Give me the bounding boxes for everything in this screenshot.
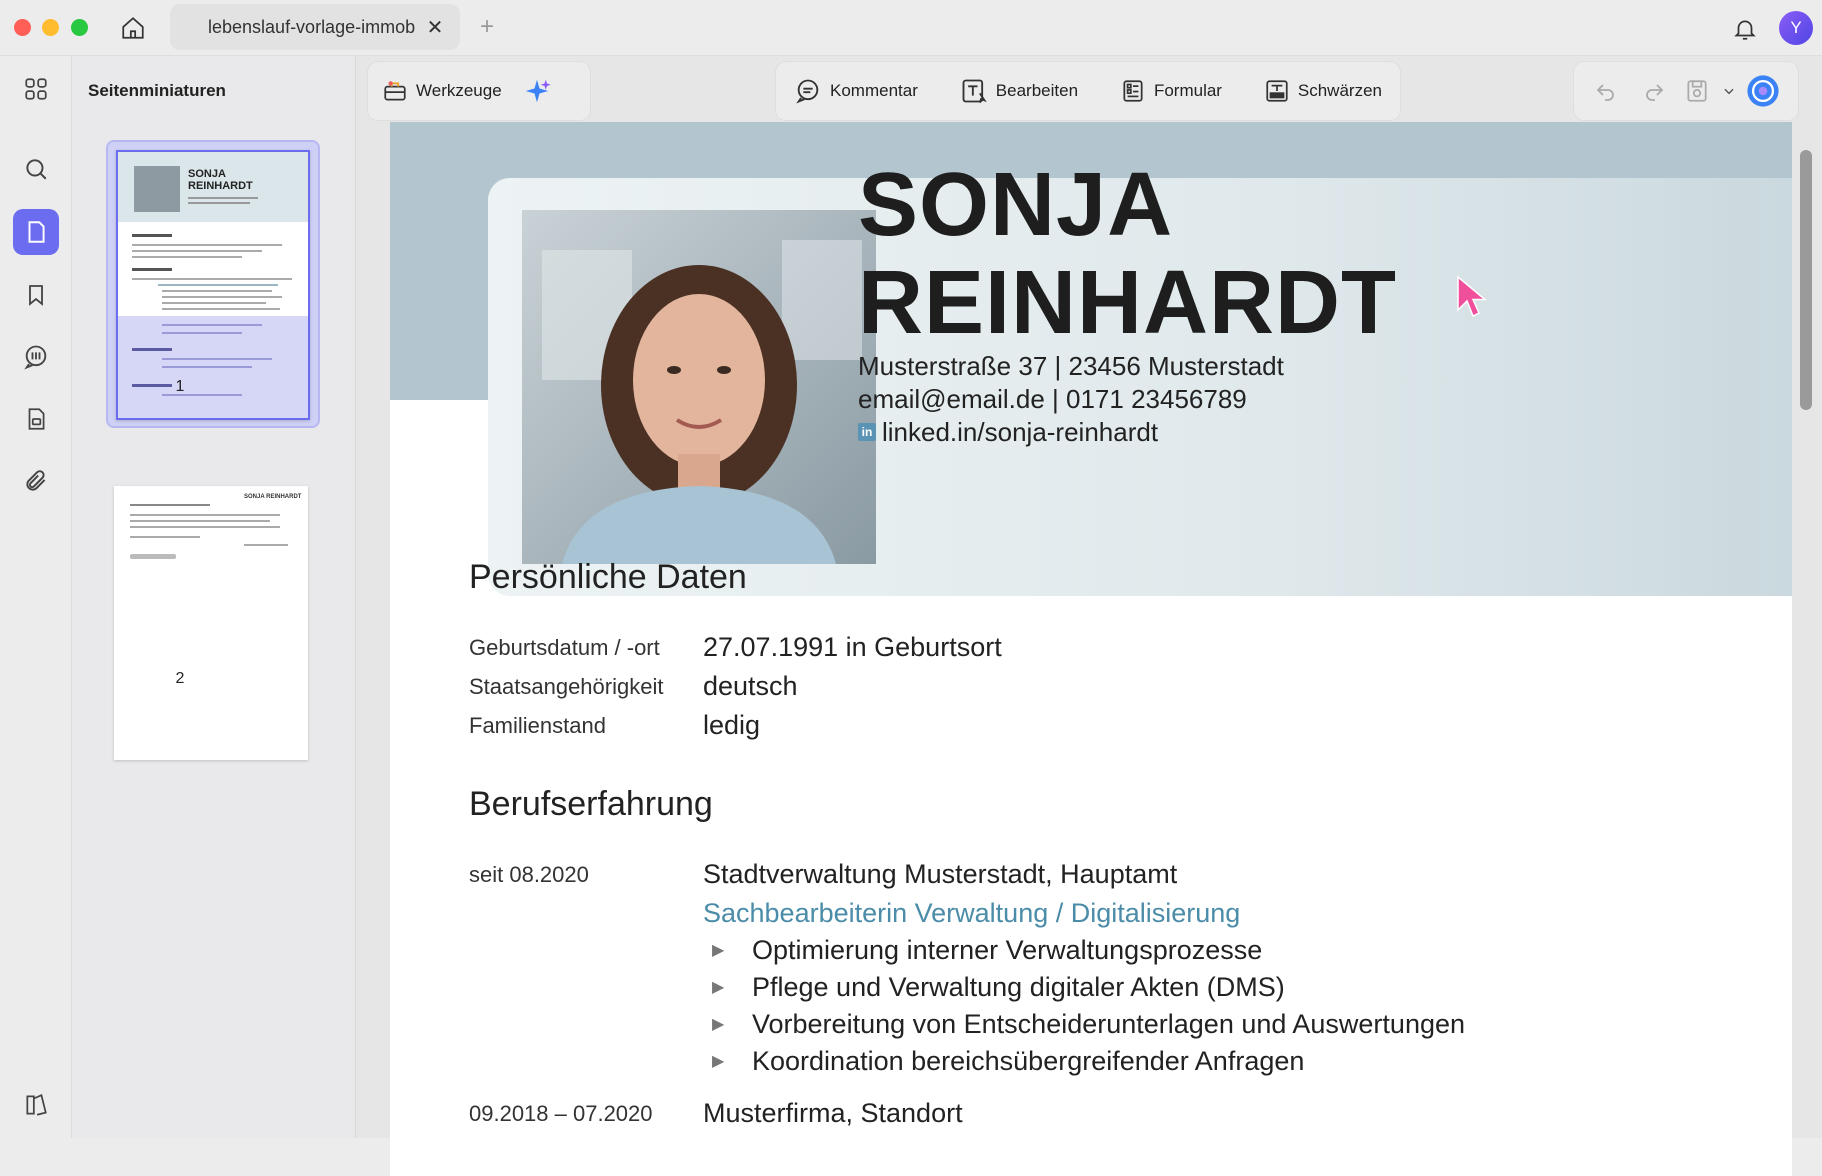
bullet-arrow: ▶ — [712, 1053, 725, 1070]
thumbnail-name-last: REINHARDT — [188, 180, 253, 192]
home-icon[interactable] — [116, 12, 150, 44]
linkedin-icon: in — [858, 423, 876, 441]
thumbnail-page-number: 2 — [175, 670, 185, 687]
close-tab-icon[interactable]: ✕ — [424, 16, 446, 39]
personal-label: Staatsangehörigkeit — [469, 674, 664, 699]
experience-employer: Stadtverwaltung Musterstadt, Hauptamt — [703, 859, 1178, 889]
chevron-down-icon[interactable] — [1718, 69, 1740, 113]
experience-date: seit 08.2020 — [469, 862, 589, 887]
history-toolbar — [1574, 62, 1798, 120]
ai-sparkle-button[interactable] — [516, 69, 558, 113]
page-1-preview: SONJA REINHARDT — [116, 150, 310, 420]
tools-toolbar: Werkzeuge — [368, 62, 590, 120]
title-bar: lebenslauf-vorlage-immob ✕ + Y — [0, 0, 1822, 56]
user-avatar[interactable]: Y — [1779, 11, 1813, 45]
linkedin-url[interactable]: linked.in/sonja-reinhardt — [882, 419, 1158, 445]
redact-button[interactable]: Schwärzen — [1250, 69, 1396, 113]
bell-icon[interactable] — [1728, 12, 1762, 46]
experience-bullet: Pflege und Verwaltung digitaler Akten (D… — [752, 972, 1285, 1002]
experience-bullet: Koordination bereichsübergreifender Anfr… — [752, 1046, 1305, 1076]
edit-button[interactable]: Bearbeiten — [946, 69, 1092, 113]
bullet-arrow: ▶ — [712, 942, 725, 959]
experience-date-next: 09.2018 – 07.2020 — [469, 1101, 653, 1126]
personal-label: Familienstand — [469, 713, 606, 738]
document-page: SONJA REINHARDT Musterstraße 37 | 23456 … — [390, 122, 1792, 1176]
minimize-window-button[interactable] — [42, 19, 59, 36]
comment-icon — [796, 79, 819, 104]
thumbnail-page-number: 1 — [175, 378, 185, 395]
thumbnail-name-first: SONJA — [188, 168, 226, 180]
comments-icon[interactable] — [13, 334, 59, 380]
form-button[interactable]: Formular — [1106, 69, 1236, 113]
tools-button[interactable]: Werkzeuge — [368, 69, 516, 113]
stamp-icon[interactable] — [13, 396, 59, 442]
tool-rail — [0, 56, 72, 1138]
zoom-window-button[interactable] — [71, 19, 88, 36]
toolbox-icon — [384, 81, 406, 101]
thumbnail-panel: Seitenminiaturen SONJA REINHARDT 1 SONJA… — [72, 56, 356, 1138]
section-title-experience: Berufserfahrung — [469, 785, 713, 823]
redact-label: Schwärzen — [1297, 81, 1382, 100]
edit-label: Bearbeiten — [995, 81, 1079, 100]
mouse-pointer-icon — [1455, 273, 1491, 328]
first-name: SONJA — [858, 155, 1174, 255]
thumbnails-icon[interactable] — [13, 209, 59, 255]
experience-employer-next: Musterfirma, Standort — [703, 1098, 963, 1128]
search-icon[interactable] — [13, 146, 59, 192]
save-icon[interactable] — [1680, 69, 1714, 113]
form-label: Formular — [1153, 81, 1222, 100]
thumbnail-page2-header: SONJA REINHARDT — [244, 494, 302, 500]
section-title-personal: Persönliche Daten — [469, 558, 747, 596]
attachment-icon[interactable] — [13, 458, 59, 504]
thumbnail-page-1[interactable]: SONJA REINHARDT — [106, 140, 320, 428]
redact-icon — [1266, 80, 1288, 102]
tools-label: Werkzeuge — [416, 81, 502, 100]
vertical-scrollbar[interactable] — [1800, 150, 1812, 410]
tab-title: lebenslauf-vorlage-immob — [208, 16, 416, 37]
apps-grid-icon[interactable] — [13, 66, 59, 112]
bullet-arrow: ▶ — [712, 1016, 725, 1033]
main-toolbar: Kommentar Bearbeiten Formular Schwärzen — [776, 62, 1400, 120]
experience-bullet: Optimierung interner Verwaltungsprozesse — [752, 935, 1263, 965]
form-icon — [1123, 80, 1143, 102]
comment-label: Kommentar — [830, 81, 918, 100]
address-line: Musterstraße 37 | 23456 Musterstadt — [858, 351, 1284, 381]
document-viewer: SONJA REINHARDT Musterstraße 37 | 23456 … — [356, 56, 1822, 1176]
profile-photo — [522, 210, 876, 564]
thumbnail-page-2[interactable]: SONJA REINHARDT — [114, 486, 308, 760]
close-window-button[interactable] — [14, 19, 31, 36]
document-tab[interactable]: lebenslauf-vorlage-immob ✕ — [170, 4, 460, 50]
layers-icon[interactable] — [13, 1082, 59, 1128]
new-tab-button[interactable]: + — [474, 13, 500, 41]
linkedin-line: in linked.in/sonja-reinhardt — [858, 419, 1158, 445]
experience-role: Sachbearbeiterin Verwaltung / Digitalisi… — [703, 898, 1241, 928]
last-name: REINHARDT — [858, 253, 1397, 353]
undo-icon[interactable] — [1584, 69, 1628, 113]
panel-title: Seitenminiaturen — [88, 81, 226, 100]
comment-button[interactable]: Kommentar — [780, 69, 932, 113]
personal-value: ledig — [703, 710, 761, 740]
ai-assistant-icon[interactable] — [1744, 69, 1782, 113]
thumbnail-photo — [134, 166, 180, 212]
redo-icon[interactable] — [1632, 69, 1676, 113]
personal-label: Geburtsdatum / -ort — [469, 635, 660, 660]
sparkle-icon — [525, 79, 551, 103]
email-phone-line: email@email.de | 0171 23456789 — [858, 384, 1247, 414]
bullet-arrow: ▶ — [712, 979, 725, 996]
experience-bullet: Vorbereitung von Entscheiderunterlagen u… — [752, 1009, 1466, 1039]
personal-value: deutsch — [703, 671, 798, 701]
bookmark-icon[interactable] — [13, 272, 59, 318]
edit-text-icon — [962, 79, 987, 103]
personal-value: 27.07.1991 in Geburtsort — [703, 632, 1002, 662]
